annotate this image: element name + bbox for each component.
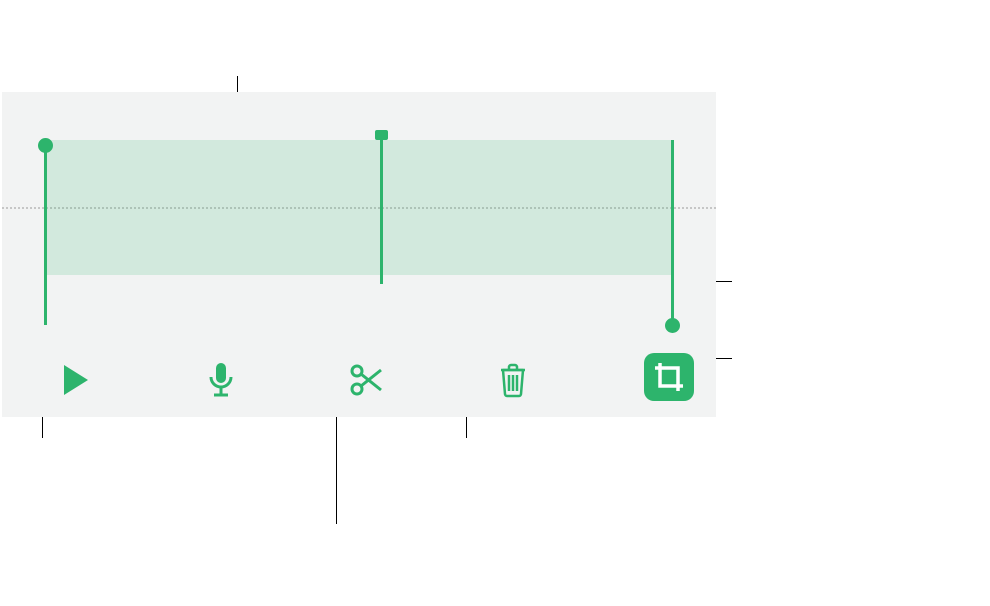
microphone-icon xyxy=(200,359,242,401)
record-button[interactable] xyxy=(148,359,294,407)
editor-toolbar xyxy=(2,353,716,407)
scissors-icon xyxy=(346,359,388,401)
waveform-track[interactable] xyxy=(2,140,716,320)
leader-trim xyxy=(336,408,337,524)
timecode-row xyxy=(2,92,716,140)
preview-button[interactable] xyxy=(2,359,148,407)
waveform xyxy=(44,140,674,275)
playhead[interactable] xyxy=(380,132,383,284)
edit-mode-button[interactable] xyxy=(586,353,716,407)
trim-button[interactable] xyxy=(294,359,440,407)
selection-handle-end[interactable] xyxy=(665,318,680,333)
play-icon xyxy=(54,359,96,401)
crop-icon xyxy=(644,353,694,401)
delete-button[interactable] xyxy=(440,359,586,407)
trash-icon xyxy=(492,359,534,401)
audio-editor-panel xyxy=(2,92,716,417)
selection-tail-left xyxy=(44,275,47,325)
selection-handle-start[interactable] xyxy=(38,138,53,153)
